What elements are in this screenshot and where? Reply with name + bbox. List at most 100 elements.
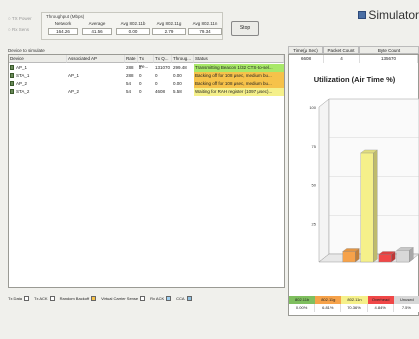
col-device[interactable]: Device xyxy=(9,55,67,63)
legend-value: 70.36% xyxy=(341,304,368,312)
cell-tx-pe: 0 xyxy=(139,73,142,78)
col-rate[interactable]: Rate xyxy=(125,55,138,63)
col-status[interactable]: Status xyxy=(194,55,284,63)
legend-category: 802.11b xyxy=(289,296,316,304)
cell-throughput: 5.58 xyxy=(173,89,182,94)
legend-category: 802.11g xyxy=(315,296,342,304)
cell-ap xyxy=(67,80,125,88)
col-tx-pe[interactable]: Tx Pe... xyxy=(138,55,154,69)
y-tick-label: 50 xyxy=(312,183,317,188)
legend-category: Overhead xyxy=(367,296,394,304)
header-avg-g: Avg 802.11g xyxy=(156,21,182,26)
cell-rate: 288 xyxy=(126,73,134,78)
legend-value: 0.00% xyxy=(289,304,316,312)
cell-ap xyxy=(67,64,125,72)
value-network: 164.26 xyxy=(48,28,78,35)
chart-title: Utilization (Air Time %) xyxy=(313,75,396,84)
cell-ap: AP_1 xyxy=(68,73,80,78)
bar xyxy=(396,250,410,263)
cell-device: AP_1 xyxy=(9,64,67,72)
cell-status: Backing off for 108 μsec, medium bu... xyxy=(194,72,284,80)
cell-status: Backing off for 108 μsec, medium bu... xyxy=(194,80,284,88)
cell-throughput: 299.48 xyxy=(173,65,187,70)
stop-button[interactable]: Stop xyxy=(231,21,259,36)
bar xyxy=(360,152,374,263)
app-logo: Simulator xyxy=(358,8,419,22)
y-tick-label: 100 xyxy=(309,105,316,110)
stat-header-time: Time(μ Sec) xyxy=(288,46,323,54)
legend-value: 6.81% xyxy=(315,304,342,312)
header-average: Average xyxy=(88,21,106,26)
stat-header-bytes: Byte Count xyxy=(359,46,419,54)
stat-packets: 4 xyxy=(324,55,360,63)
legend-item: Tx ACK xyxy=(34,296,55,301)
rx-sens-radio[interactable]: ○ Rx Sens xyxy=(8,27,29,32)
table-row[interactable]: STA_2 AP_2 54 0 4608 5.58 Waiting for RA… xyxy=(9,88,284,96)
value-average: 41.56 xyxy=(82,28,112,35)
table-row[interactable]: STA_1 AP_1 288 0 0 0.00 Backing off for … xyxy=(9,72,284,80)
cell-throughput: 0.00 xyxy=(173,73,182,78)
stat-header-packets: Packet Count xyxy=(323,46,359,54)
cell-tx-q: 131070 xyxy=(155,65,171,70)
header-network: Network xyxy=(54,21,72,26)
cell-tx-q: 0 xyxy=(155,73,158,78)
value-avg-g: 2.79 xyxy=(152,28,186,35)
stats-header: Time(μ Sec) Packet Count Byte Count xyxy=(288,46,419,54)
device-table: Device Associated AP Rate Tx Pe... Tx Q.… xyxy=(8,54,285,288)
legend-category: Unused xyxy=(393,296,419,304)
col-tx-q[interactable]: Tx Q... xyxy=(154,55,172,63)
legend-value: 7.5% xyxy=(393,304,419,312)
cell-rate: 288 xyxy=(126,65,134,70)
cell-status: Waiting for RAH register (1097 μsec)... xyxy=(194,88,284,96)
cell-rate: 54 xyxy=(126,81,132,86)
swatch-cca xyxy=(186,296,192,301)
value-avg-b: 0.00 xyxy=(116,28,150,35)
cell-tx-q: 4608 xyxy=(155,89,166,94)
stat-bytes: 135670 xyxy=(360,55,418,63)
legend-value: 4.84% xyxy=(367,304,394,312)
utilization-chart: 100 75 50 25 xyxy=(309,98,419,263)
y-tick-label: 75 xyxy=(312,144,317,149)
cell-device: STA_2 xyxy=(9,88,67,96)
throughput-title: Throughput (Mbps) xyxy=(46,14,85,19)
cell-tx-pe: 0 xyxy=(139,89,142,94)
access-point-icon xyxy=(10,81,14,87)
cell-throughput: 0.00 xyxy=(173,81,182,86)
table-row[interactable]: AP_2 54 0 0 0.00 Backing off for 108 μse… xyxy=(9,80,284,88)
value-avg-n: 79.34 xyxy=(188,28,222,35)
legend-item: Rx ACK xyxy=(150,296,172,301)
legend-item: Tx Data xyxy=(8,296,30,301)
table-row[interactable]: AP_1 288 2 131070 299.48 Transmitting Be… xyxy=(9,64,284,72)
cell-tx-pe: 0 xyxy=(139,81,142,86)
chart-side-wall xyxy=(318,98,330,263)
bar xyxy=(378,254,392,263)
stat-time: 6608 xyxy=(289,55,324,63)
legend-item: CCA xyxy=(176,296,192,301)
legend-item: Random Backoff xyxy=(60,296,97,301)
y-tick-label: 25 xyxy=(312,221,317,226)
cell-ap: AP_2 xyxy=(68,89,80,94)
swatch-rx-ack xyxy=(166,296,172,301)
cell-tx-q: 0 xyxy=(155,81,158,86)
bar-side xyxy=(373,149,378,263)
timeline-legend: Tx Data Tx ACK Random Backoff Virtual Ca… xyxy=(8,296,192,301)
station-icon xyxy=(10,73,14,79)
legend-category: 802.11n xyxy=(341,296,368,304)
cell-status: Transmitting Beacon 1/32 CTS-to-sel... xyxy=(194,64,284,72)
utilization-panel: 6608 4 135670 Utilization (Air Time %) 1… xyxy=(288,54,419,316)
col-associated-ap[interactable]: Associated AP xyxy=(67,55,125,63)
header-avg-b: Avg 802.11b xyxy=(120,21,146,26)
cell-device: STA_1 xyxy=(9,72,67,80)
station-icon xyxy=(10,89,14,95)
app-logo-icon xyxy=(358,11,367,19)
throughput-panel: Throughput (Mbps) Network Average Avg 80… xyxy=(41,12,223,40)
swatch-virtual-carrier xyxy=(140,296,146,301)
tx-power-radio[interactable]: ○ TX Power xyxy=(8,16,32,21)
swatch-tx-ack xyxy=(49,296,55,301)
bar xyxy=(342,251,356,263)
devices-label: Device to simulate xyxy=(8,48,45,53)
col-throughput[interactable]: Throug... xyxy=(172,55,194,63)
legend-item: Virtual Carrier Sense xyxy=(101,296,146,301)
swatch-tx-data xyxy=(24,296,30,301)
header-avg-n: Avg 802.11n xyxy=(192,21,218,26)
